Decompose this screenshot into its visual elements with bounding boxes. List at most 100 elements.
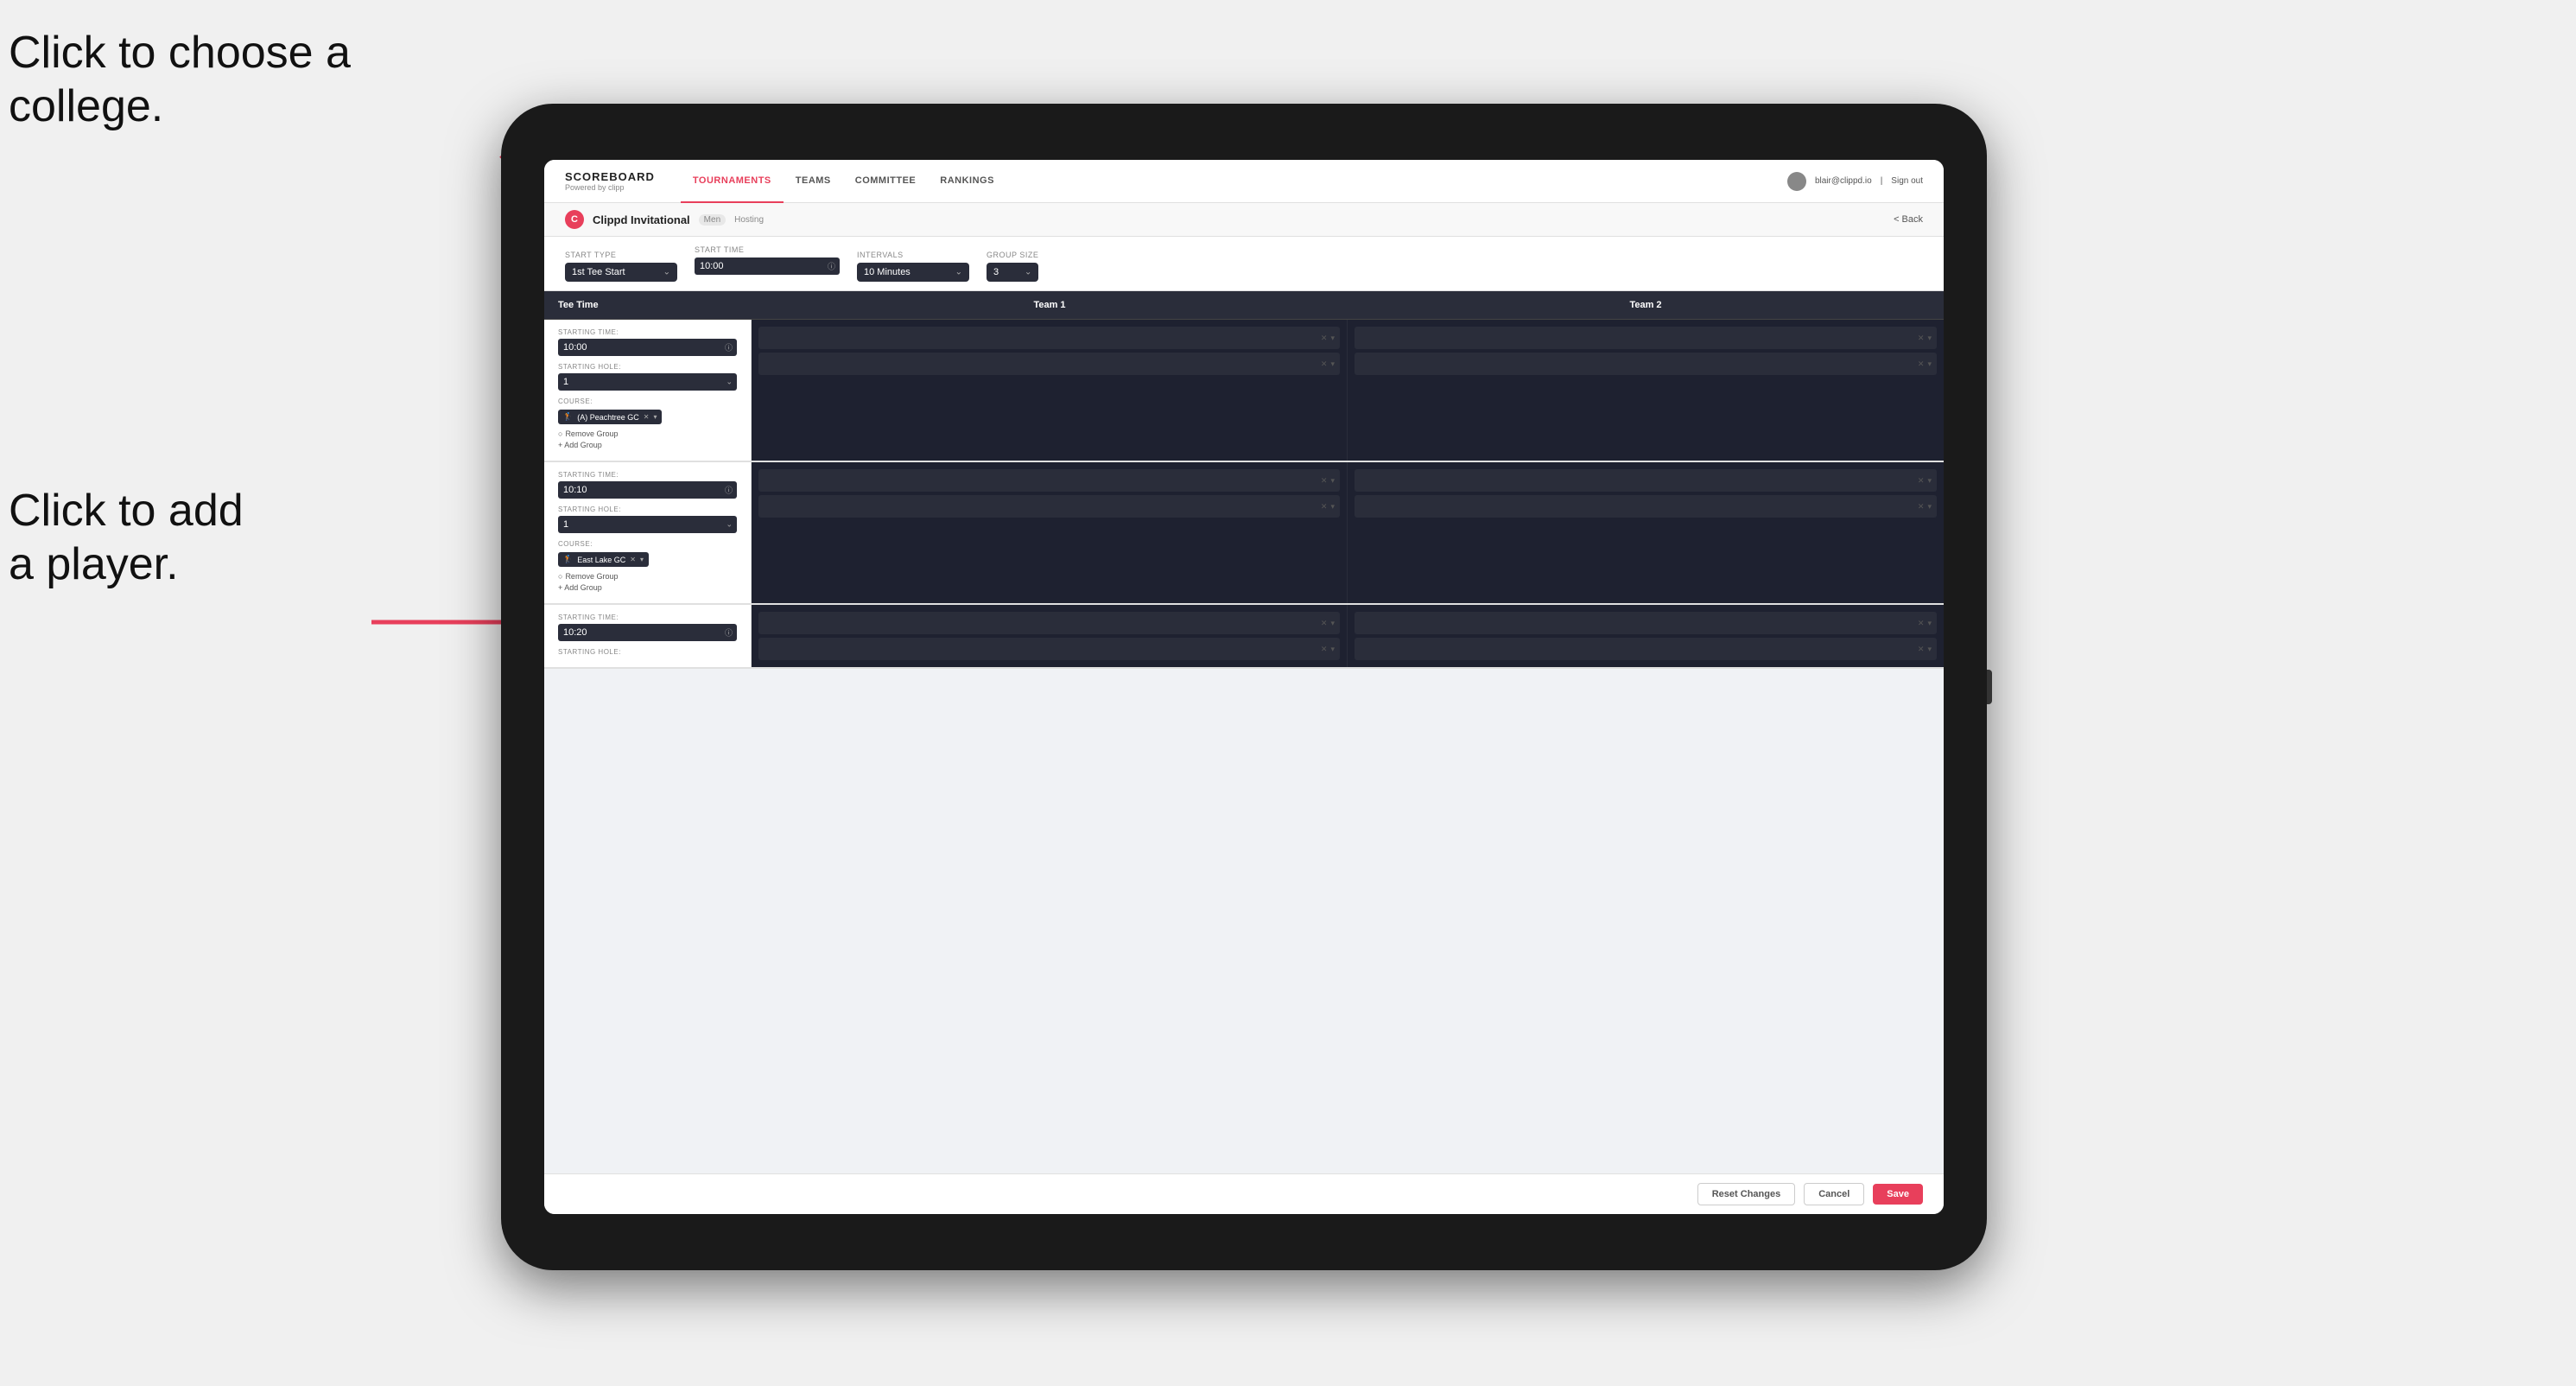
sub-header-logo: C xyxy=(565,210,584,229)
remove-group-link-2[interactable]: ○ Remove Group xyxy=(558,572,737,581)
user-email: blair@clippd.io xyxy=(1815,176,1872,186)
starting-time-input-wrapper-2: ⓘ xyxy=(558,481,737,499)
player-arrow-icon-2-1[interactable]: ▾ xyxy=(1927,334,1932,343)
player-arrow-icon-2-2[interactable]: ▾ xyxy=(1927,359,1932,369)
tablet-side-button xyxy=(1987,670,1992,704)
starting-hole-label-3: STARTING HOLE: xyxy=(558,648,737,656)
annotation-add-player: Click to add a player. xyxy=(9,484,244,592)
player-row-6-2[interactable]: ✕ ▾ xyxy=(1355,638,1937,660)
player-row-5-2[interactable]: ✕ ▾ xyxy=(758,638,1340,660)
add-group-link-2[interactable]: + Add Group xyxy=(558,583,737,592)
player-row-2-2[interactable]: ✕ ▾ xyxy=(1355,353,1937,375)
player-row-3-2[interactable]: ✕ ▾ xyxy=(758,495,1340,518)
annotation-choose-college: Click to choose a college. xyxy=(9,26,351,134)
nav-user: blair@clippd.io | Sign out xyxy=(1787,172,1923,191)
player-arrow-icon-6-1[interactable]: ▾ xyxy=(1927,619,1932,628)
save-button[interactable]: Save xyxy=(1873,1184,1923,1205)
player-x-icon-6-2[interactable]: ✕ xyxy=(1918,645,1925,654)
separator: | xyxy=(1881,176,1883,186)
player-arrow-icon-3-1[interactable]: ▾ xyxy=(1330,476,1335,486)
starting-time-input-3[interactable] xyxy=(558,624,737,641)
player-arrow-icon-1-2[interactable]: ▾ xyxy=(1330,359,1335,369)
tablet-screen: SCOREBOARD Powered by clipp TOURNAMENTS … xyxy=(544,160,1944,1214)
nav-link-teams[interactable]: TEAMS xyxy=(784,160,843,203)
player-x-icon-2-1[interactable]: ✕ xyxy=(1918,334,1925,343)
left-panel-1: STARTING TIME: ⓘ STARTING HOLE: 1 COURSE… xyxy=(544,320,752,461)
player-row-6-1[interactable]: ✕ ▾ xyxy=(1355,612,1937,634)
col-team1: Team 1 xyxy=(752,291,1348,319)
tournament-title: Clippd Invitational xyxy=(593,213,690,226)
group-size-select[interactable]: 3 xyxy=(987,263,1038,282)
cancel-button[interactable]: Cancel xyxy=(1804,1183,1864,1205)
player-row-4-2[interactable]: ✕ ▾ xyxy=(1355,495,1937,518)
group-row-1: STARTING TIME: ⓘ STARTING HOLE: 1 COURSE… xyxy=(544,320,1944,462)
sub-header: C Clippd Invitational Men Hosting < Back xyxy=(544,203,1944,237)
intervals-wrapper: 10 Minutes xyxy=(857,263,969,282)
starting-time-input-1[interactable] xyxy=(558,339,737,356)
player-x-icon-3-2[interactable]: ✕ xyxy=(1321,502,1328,512)
add-group-link-1[interactable]: + Add Group xyxy=(558,441,737,449)
player-arrow-icon-1-1[interactable]: ▾ xyxy=(1330,334,1335,343)
course-label-2: COURSE: xyxy=(558,540,737,548)
back-link[interactable]: < Back xyxy=(1894,214,1923,225)
player-x-icon-5-1[interactable]: ✕ xyxy=(1321,619,1328,628)
time-info-icon-1: ⓘ xyxy=(725,342,733,353)
team1-cell-2: ✕ ▾ ✕ ▾ xyxy=(752,462,1348,603)
course-arrow-icon-1[interactable]: ▾ xyxy=(653,413,657,421)
player-arrow-icon-4-2[interactable]: ▾ xyxy=(1927,502,1932,512)
player-arrow-icon-5-1[interactable]: ▾ xyxy=(1330,619,1335,628)
player-x-icon-3-1[interactable]: ✕ xyxy=(1321,476,1328,486)
footer-bar: Reset Changes Cancel Save xyxy=(544,1173,1944,1214)
sign-out-link[interactable]: Sign out xyxy=(1891,176,1923,186)
start-type-select[interactable]: 1st Tee Start xyxy=(565,263,677,282)
course-tag-icon-2: 🏌 xyxy=(563,555,573,564)
start-time-group: Start Time ⓘ xyxy=(695,245,840,282)
reset-changes-button[interactable]: Reset Changes xyxy=(1697,1183,1795,1205)
course-tag-1[interactable]: 🏌 (A) Peachtree GC ✕ ▾ xyxy=(558,410,662,424)
starting-time-input-2[interactable] xyxy=(558,481,737,499)
gender-badge: Men xyxy=(699,214,726,226)
course-arrow-icon-2[interactable]: ▾ xyxy=(640,556,644,563)
table-header: Tee Time Team 1 Team 2 xyxy=(544,291,1944,320)
player-arrow-icon-4-1[interactable]: ▾ xyxy=(1927,476,1932,486)
player-arrow-icon-3-2[interactable]: ▾ xyxy=(1330,502,1335,512)
nav-link-committee[interactable]: COMMITTEE xyxy=(843,160,929,203)
group-row-2: STARTING TIME: ⓘ STARTING HOLE: 1 COURSE… xyxy=(544,462,1944,605)
intervals-select[interactable]: 10 Minutes xyxy=(857,263,969,282)
player-x-icon-5-2[interactable]: ✕ xyxy=(1321,645,1328,654)
player-x-icon-4-2[interactable]: ✕ xyxy=(1918,502,1925,512)
course-name-1: (A) Peachtree GC xyxy=(577,413,639,422)
player-x-icon-2-2[interactable]: ✕ xyxy=(1918,359,1925,369)
player-arrow-icon-5-2[interactable]: ▾ xyxy=(1330,645,1335,654)
player-row-1-1[interactable]: ✕ ▾ xyxy=(758,327,1340,349)
course-tag-2[interactable]: 🏌 East Lake GC ✕ ▾ xyxy=(558,552,649,567)
player-row-3-1[interactable]: ✕ ▾ xyxy=(758,469,1340,492)
player-row-2-1[interactable]: ✕ ▾ xyxy=(1355,327,1937,349)
player-row-4-1[interactable]: ✕ ▾ xyxy=(1355,469,1937,492)
team1-cell-1: ✕ ▾ ✕ ▾ xyxy=(752,320,1348,461)
group-size-wrapper: 3 xyxy=(987,263,1038,282)
player-x-icon-1-2[interactable]: ✕ xyxy=(1321,359,1328,369)
nav-link-tournaments[interactable]: TOURNAMENTS xyxy=(681,160,784,203)
player-row-1-2[interactable]: ✕ ▾ xyxy=(758,353,1340,375)
hole-select-1[interactable]: 1 xyxy=(558,373,737,391)
player-x-icon-6-1[interactable]: ✕ xyxy=(1918,619,1925,628)
course-tag-icon-1: 🏌 xyxy=(563,412,573,422)
course-remove-icon-1[interactable]: ✕ xyxy=(644,413,650,421)
player-x-icon-4-1[interactable]: ✕ xyxy=(1918,476,1925,486)
hole-select-2[interactable]: 1 xyxy=(558,516,737,533)
start-time-input[interactable] xyxy=(695,257,840,275)
nav-link-rankings[interactable]: RANKINGS xyxy=(928,160,1006,203)
remove-group-link-1[interactable]: ○ Remove Group xyxy=(558,429,737,438)
table-area: Tee Time Team 1 Team 2 STARTING TIME: ⓘ … xyxy=(544,291,1944,1173)
player-x-icon-1-1[interactable]: ✕ xyxy=(1321,334,1328,343)
player-arrow-icon-6-2[interactable]: ▾ xyxy=(1927,645,1932,654)
player-row-5-1[interactable]: ✕ ▾ xyxy=(758,612,1340,634)
course-remove-icon-2[interactable]: ✕ xyxy=(630,556,636,563)
col-team2: Team 2 xyxy=(1348,291,1944,319)
intervals-label: Intervals xyxy=(857,251,969,259)
brand-sub: Powered by clipp xyxy=(565,183,655,192)
group-row-3: STARTING TIME: ⓘ STARTING HOLE: ✕ ▾ ✕ ▾ xyxy=(544,605,1944,669)
brand-title: SCOREBOARD xyxy=(565,170,655,183)
col-tee-time: Tee Time xyxy=(544,291,752,319)
